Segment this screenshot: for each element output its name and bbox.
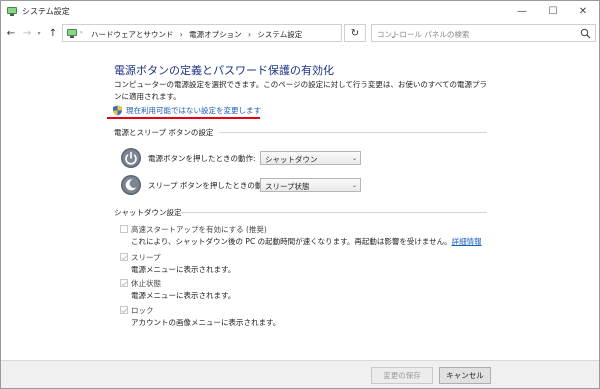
power-button-label: 電源ボタンを押したときの動作: — [148, 154, 256, 163]
fast-startup-label: 高速スタートアップを有効にする (推奨) — [131, 225, 267, 234]
search-placeholder: コントロール パネルの検索 — [377, 30, 470, 39]
system-settings-window: システム設定 — ☐ ✕ ← → ▾ ↑ › ハードウェアとサウンド › 電源オ… — [0, 0, 600, 389]
section-title-power-buttons: 電源とスリープ ボタンの設定 — [114, 128, 214, 137]
breadcrumb-separator: › — [248, 30, 252, 39]
lock-checkbox[interactable] — [120, 306, 128, 314]
power-button-action-value: シャットダウン — [265, 155, 318, 164]
sleep-label: スリープ — [131, 253, 161, 262]
refresh-icon: ↻ — [350, 27, 360, 39]
fast-startup-description-text: これにより、シャットダウン後の PC の起動時間が速くなります。再起動は影響を受… — [131, 237, 452, 246]
search-icon — [580, 28, 591, 39]
arrow-up-icon: ↑ — [48, 27, 58, 39]
arrow-left-icon: ← — [6, 27, 16, 39]
close-icon: ✕ — [578, 6, 588, 17]
maximize-icon: ☐ — [548, 6, 558, 17]
title-bar: システム設定 — ☐ ✕ — [1, 1, 599, 22]
more-info-link[interactable]: 詳細情報 — [452, 237, 482, 246]
lock-description: アカウントの画像メニューに表示されます。 — [131, 318, 281, 327]
breadcrumb-separator: › — [179, 30, 183, 39]
fast-startup-description: これにより、シャットダウン後の PC の起動時間が速くなります。再起動は影響を受… — [131, 236, 482, 247]
chevron-down-icon: ▾ — [37, 29, 41, 37]
sleep-description: 電源メニューに表示されます。 — [131, 265, 236, 274]
chevron-down-icon: ⌄ — [351, 155, 357, 162]
highlight-underline — [107, 117, 260, 119]
chevron-down-icon: ⌄ — [351, 182, 357, 189]
close-button[interactable]: ✕ — [568, 1, 598, 22]
change-unavailable-settings-link[interactable]: 現在利用可能ではない設定を変更します — [112, 104, 261, 116]
uac-shield-icon — [113, 105, 122, 115]
section-title-shutdown: シャットダウン設定 — [114, 208, 182, 217]
window-title: システム設定 — [22, 7, 70, 16]
hibernate-label: 休止状態 — [131, 279, 161, 288]
lock-label: ロック — [131, 306, 154, 315]
navigation-bar: ← → ▾ ↑ › ハードウェアとサウンド › 電源オプション › システム設定… — [1, 22, 599, 44]
sleep-checkbox[interactable] — [120, 253, 128, 261]
control-panel-icon — [7, 7, 17, 16]
minimize-button[interactable]: — — [507, 1, 537, 22]
maximize-button[interactable]: ☐ — [538, 1, 568, 22]
sleep-button-icon — [121, 175, 141, 195]
footer-bar: 変更の保存 キャンセル — [1, 360, 599, 388]
search-input[interactable]: コントロール パネルの検索 — [371, 24, 596, 42]
address-bar[interactable]: › ハードウェアとサウンド › 電源オプション › システム設定 ⌄ — [62, 24, 396, 42]
forward-button[interactable]: → — [20, 25, 34, 41]
power-button-icon — [121, 148, 141, 168]
main-content: 電源ボタンの定義とパスワード保護の有効化 コンピューターの電源設定を選択できます… — [1, 44, 599, 360]
arrow-right-icon: → — [22, 27, 32, 39]
sleep-button-action-value: スリープ状態 — [265, 182, 310, 191]
control-panel-icon — [67, 29, 77, 38]
breadcrumb-power-options[interactable]: 電源オプション — [189, 30, 242, 39]
breadcrumb-hardware-and-sound[interactable]: ハードウェアとサウンド — [91, 30, 173, 39]
breadcrumb: ハードウェアとサウンド › 電源オプション › システム設定 — [91, 29, 306, 40]
refresh-button[interactable]: ↻ — [344, 24, 366, 42]
page-title: 電源ボタンの定義とパスワード保護の有効化 — [114, 64, 334, 77]
cancel-button[interactable]: キャンセル — [439, 367, 491, 384]
up-button[interactable]: ↑ — [46, 25, 60, 41]
power-button-action-select[interactable]: シャットダウン ⌄ — [260, 151, 361, 165]
breadcrumb-system-settings[interactable]: システム設定 — [257, 30, 302, 39]
sleep-button-action-select[interactable]: スリープ状態 ⌄ — [260, 178, 361, 192]
uac-link-label[interactable]: 現在利用可能ではない設定を変更します — [126, 105, 261, 116]
recent-locations-button[interactable]: ▾ — [34, 25, 44, 41]
hibernate-checkbox[interactable] — [120, 279, 128, 287]
hibernate-description: 電源メニューに表示されます。 — [131, 291, 236, 300]
sleep-button-label: スリープ ボタンを押したときの動作: — [148, 181, 273, 190]
page-description: コンピューターの電源設定を選択できます。このページの設定に対して行う変更は、お使… — [114, 80, 488, 101]
section-divider — [219, 132, 487, 133]
save-changes-button[interactable]: 変更の保存 — [371, 367, 433, 384]
section-divider — [181, 212, 487, 213]
breadcrumb-separator-icon: › — [80, 29, 83, 36]
back-button[interactable]: ← — [4, 25, 18, 41]
fast-startup-checkbox[interactable] — [120, 225, 128, 233]
minimize-icon: — — [517, 6, 527, 17]
